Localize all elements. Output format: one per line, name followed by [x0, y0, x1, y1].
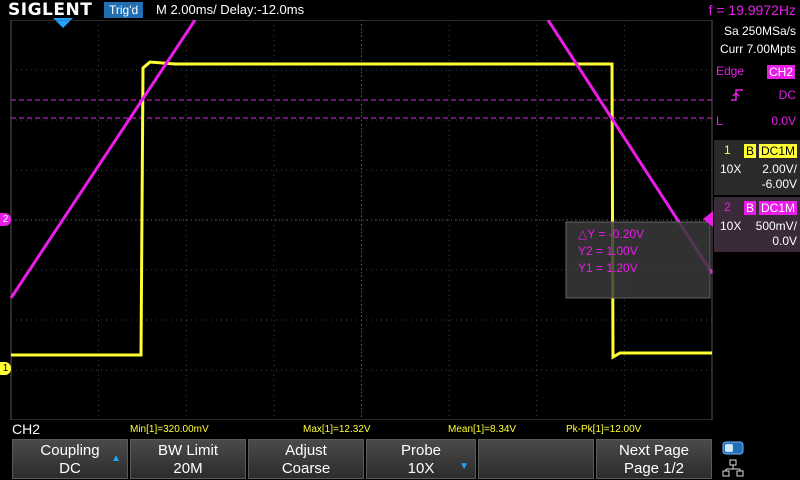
- brand-logo: SIGLENT: [8, 0, 93, 20]
- ch2-probe: 10X: [720, 219, 742, 233]
- memory-depth: Curr 7.00Mpts: [719, 42, 796, 56]
- cursor-delta-y: △Y = -0.20V: [578, 227, 645, 241]
- trigger-panel[interactable]: Edge CH2 DC L 0.0V: [714, 62, 800, 134]
- ch1-offset-marker[interactable]: 1: [0, 362, 11, 375]
- softkey-next-label: Next Page: [618, 442, 690, 459]
- system-status-area: [714, 439, 800, 480]
- trigger-level-icon[interactable]: [703, 211, 713, 227]
- softkey-probe-label: Probe: [400, 442, 442, 459]
- waveform-display[interactable]: [0, 20, 800, 420]
- arrow-up-icon: ▲: [111, 453, 121, 464]
- ch1-bw-badge: B: [744, 144, 757, 158]
- network-icon: [722, 459, 744, 477]
- sample-rate: Sa 250MSa/s: [723, 24, 796, 38]
- ch1-coupling-badge: DC1M: [759, 144, 798, 158]
- usb-toggle-icon[interactable]: [722, 441, 744, 455]
- acquisition-info: Sa 250MSa/s Curr 7.00Mpts: [714, 22, 800, 58]
- softkey-adjust[interactable]: Adjust Coarse: [248, 439, 364, 479]
- softkey-coupling[interactable]: Coupling DC ▲: [12, 439, 128, 479]
- softkey-coupling-value: DC: [59, 460, 81, 477]
- trigger-status-badge: Trig'd: [104, 2, 144, 18]
- measurement-bar: CH2 Min[1]=320.00mV Max[1]=12.32V Mean[1…: [0, 421, 800, 438]
- softkey-probe[interactable]: Probe 10X ▼: [366, 439, 476, 479]
- softkey-next-page[interactable]: Next Page Page 1/2: [596, 439, 712, 479]
- timebase-readout: M 2.00ms/ Delay:-12.0ms: [156, 2, 305, 17]
- ch1-probe: 10X: [720, 162, 742, 176]
- trigger-level: 0.0V: [771, 114, 796, 128]
- ch2-number: 2: [724, 200, 731, 214]
- ch2-bw-badge: B: [744, 201, 757, 215]
- softkey-bw-value: 20M: [173, 460, 203, 477]
- cursor-readout: △Y = -0.20V Y2 = 1.00V Y1 = 1.20V: [578, 226, 644, 277]
- ch2-coupling-badge: DC1M: [759, 201, 798, 215]
- trigger-type: Edge: [716, 64, 745, 78]
- measurement-max: Max[1]=12.32V: [303, 424, 371, 435]
- softkey-bw-label: BW Limit: [158, 442, 218, 459]
- trigger-source-badge: CH2: [767, 65, 796, 79]
- measurement-min: Min[1]=320.00mV: [130, 424, 209, 435]
- softkey-next-value: Page 1/2: [623, 460, 685, 477]
- ch1-offset: -6.00V: [761, 177, 797, 191]
- softkey-adjust-label: Adjust: [285, 442, 327, 459]
- rising-edge-icon: [731, 89, 743, 101]
- measurement-source: CH2: [12, 421, 41, 437]
- measurement-pkpk: Pk-Pk[1]=12.00V: [566, 424, 642, 435]
- arrow-down-icon: ▼: [459, 461, 469, 472]
- status-bar: SIGLENT Trig'd M 2.00ms/ Delay:-12.0ms f…: [0, 0, 800, 20]
- ch1-number: 1: [724, 143, 731, 157]
- ch1-scale: 2.00V/: [762, 162, 797, 176]
- softkey-bw-limit[interactable]: BW Limit 20M: [130, 439, 246, 479]
- trigger-level-label: L: [716, 114, 723, 128]
- ch2-waveform: [9, 20, 197, 299]
- ch2-scale: 500mV/: [755, 219, 797, 233]
- cursor-y1: Y1 = 1.20V: [578, 261, 638, 275]
- ch2-offset: 0.0V: [772, 234, 797, 248]
- measurement-mean: Mean[1]=8.34V: [448, 424, 517, 435]
- ch1-panel[interactable]: 1 B DC1M 10X 2.00V/ -6.00V: [714, 140, 800, 195]
- frequency-readout: f = 19.9972Hz: [708, 2, 796, 18]
- ch2-offset-marker[interactable]: 2: [0, 213, 11, 226]
- cursor-y2: Y2 = 1.00V: [578, 244, 638, 258]
- softkey-coupling-label: Coupling: [40, 442, 100, 459]
- trigger-coupling: DC: [778, 88, 796, 102]
- softkey-adjust-value: Coarse: [281, 460, 331, 477]
- ch2-panel[interactable]: 2 B DC1M 10X 500mV/ 0.0V: [714, 197, 800, 252]
- softkey-empty[interactable]: [478, 439, 594, 479]
- softkey-empty-label: [479, 440, 593, 442]
